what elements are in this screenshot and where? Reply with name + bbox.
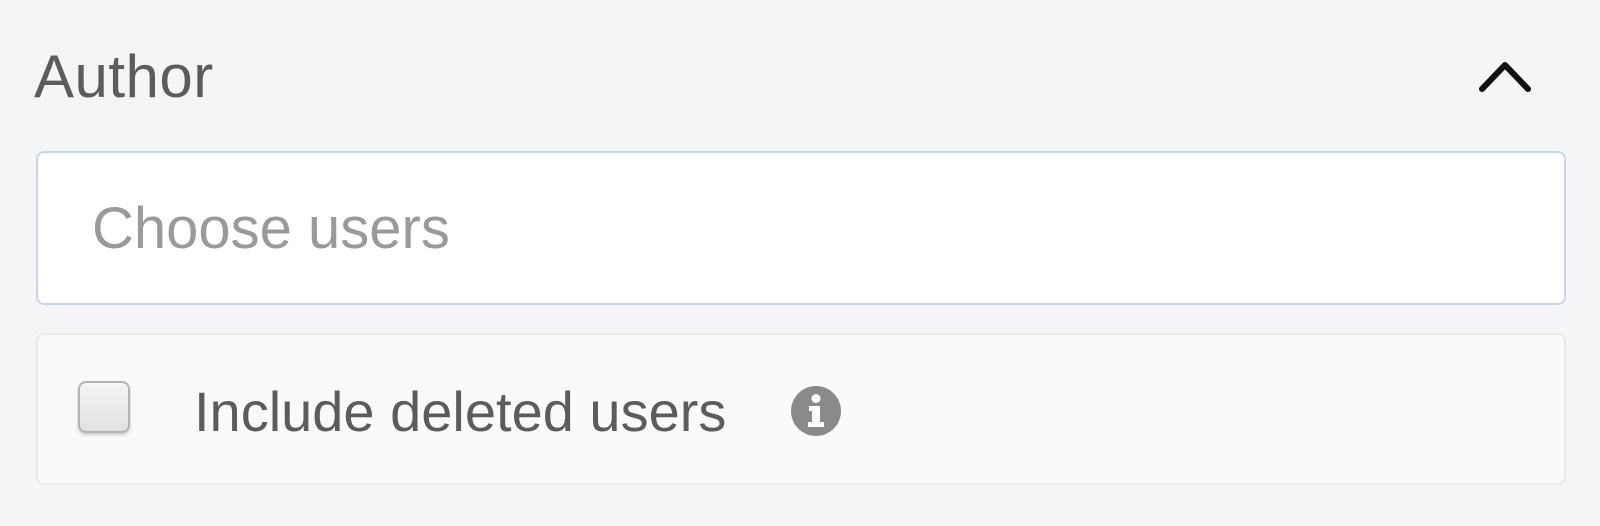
section-title: Author (34, 42, 214, 110)
include-deleted-option-box: Include deleted users (36, 333, 1566, 485)
choose-users-select[interactable] (36, 151, 1566, 305)
chevron-up-icon[interactable] (1470, 41, 1540, 111)
choose-users-input[interactable] (38, 153, 1564, 303)
info-icon[interactable] (790, 385, 842, 437)
include-deleted-checkbox[interactable] (78, 381, 130, 433)
author-filter-panel: Author Include deleted users (0, 0, 1600, 526)
include-deleted-label[interactable]: Include deleted users (194, 379, 726, 445)
author-section-header[interactable]: Author (34, 34, 1566, 118)
